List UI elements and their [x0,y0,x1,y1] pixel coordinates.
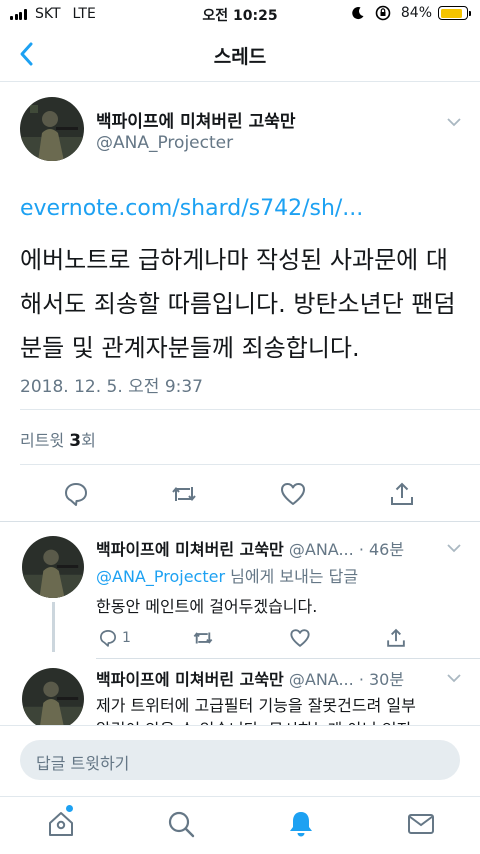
reply-time: · 46분 [358,540,405,559]
author-handle[interactable]: @ANA_Projecter [96,133,233,153]
battery-fill [440,8,462,18]
thread-divider [96,658,480,659]
reply-header[interactable]: 백파이프에 미쳐버린 고쑥만 @ANA... · 46분 [96,536,404,560]
share-icon[interactable] [388,480,416,508]
navigation-bar: 스레드 [0,28,480,82]
reply-author-name: 백파이프에 미쳐버린 고쑥만 [96,540,284,559]
reply-input[interactable]: 답글 트윗하기 [20,740,460,780]
like-icon[interactable] [279,480,307,508]
tweet-timestamp: 2018. 12. 5. 오전 9:37 [20,377,203,397]
rotation-lock-icon [375,5,391,21]
like-icon[interactable] [289,627,311,649]
avatar-image [20,97,84,161]
reply-icon [100,630,116,647]
tab-bar [0,796,480,854]
reply-author-name: 백파이프에 미쳐버린 고쑥만 [96,670,284,689]
reply-header[interactable]: 백파이프에 미쳐버린 고쑥만 @ANA... · 30분 [96,666,404,690]
reply-avatar[interactable] [22,536,84,598]
author-avatar[interactable] [20,97,84,161]
search-icon[interactable] [166,809,196,839]
status-bar: SKT LTE 오전 10:25 84% [0,0,480,28]
battery-icon [438,6,471,20]
retweet-icon[interactable] [170,480,198,508]
share-icon[interactable] [385,627,407,649]
home-badge-dot [66,805,73,812]
reply-author-handle: @ANA... [288,540,354,559]
reply-action[interactable]: 1 [98,627,131,649]
reply-body-line: 제가 트위터에 고급필터 기능을 잘못건드려 일부 [96,696,416,715]
messages-icon[interactable] [406,809,436,839]
home-icon[interactable] [46,809,76,839]
moon-icon [352,7,364,20]
chevron-down-icon[interactable] [446,670,462,686]
reply-to-line: @ANA_Projecter 님에게 보내는 답글 [96,563,358,587]
reply-body: 한동안 메인트에 걸어두겠습니다. [96,597,318,616]
reply-time: · 30분 [358,670,405,689]
battery-percent: 84% [400,5,432,21]
retweet-icon[interactable] [192,627,214,649]
reply-to-handle[interactable]: @ANA_Projecter [96,567,225,586]
chevron-down-icon[interactable] [446,540,462,556]
divider [20,464,480,465]
divider [20,409,480,410]
page-title: 스레드 [213,46,267,68]
retweet-count-row[interactable]: 리트윗 3회 [20,427,96,451]
notifications-icon[interactable] [286,809,316,839]
tweet-body: 에버노트로 급하게나마 작성된 사과문에 대해서도 죄송할 따름입니다. 방탄소… [20,246,456,362]
thread-divider [0,521,480,522]
retweet-label: 리트윗 [20,431,65,450]
reply-to-suffix: 님에게 보내는 답글 [225,567,359,586]
thread-connector [52,602,55,652]
reply-icon[interactable] [62,480,90,508]
author-name[interactable]: 백파이프에 미쳐버린 고쑥만 [96,107,296,132]
reply-count: 1 [122,630,131,646]
avatar-image [22,536,84,598]
tweet-link[interactable]: evernote.com/shard/s742/sh/... [20,196,363,221]
chevron-down-icon[interactable] [446,114,462,130]
retweet-unit: 회 [81,431,96,450]
reply-avatar[interactable] [22,668,84,730]
retweet-count: 3 [69,431,82,451]
reply-composer-bar: 답글 트윗하기 [0,725,480,796]
avatar-image [22,668,84,730]
status-right: 84% [351,5,471,21]
reply-author-handle: @ANA... [288,670,354,689]
